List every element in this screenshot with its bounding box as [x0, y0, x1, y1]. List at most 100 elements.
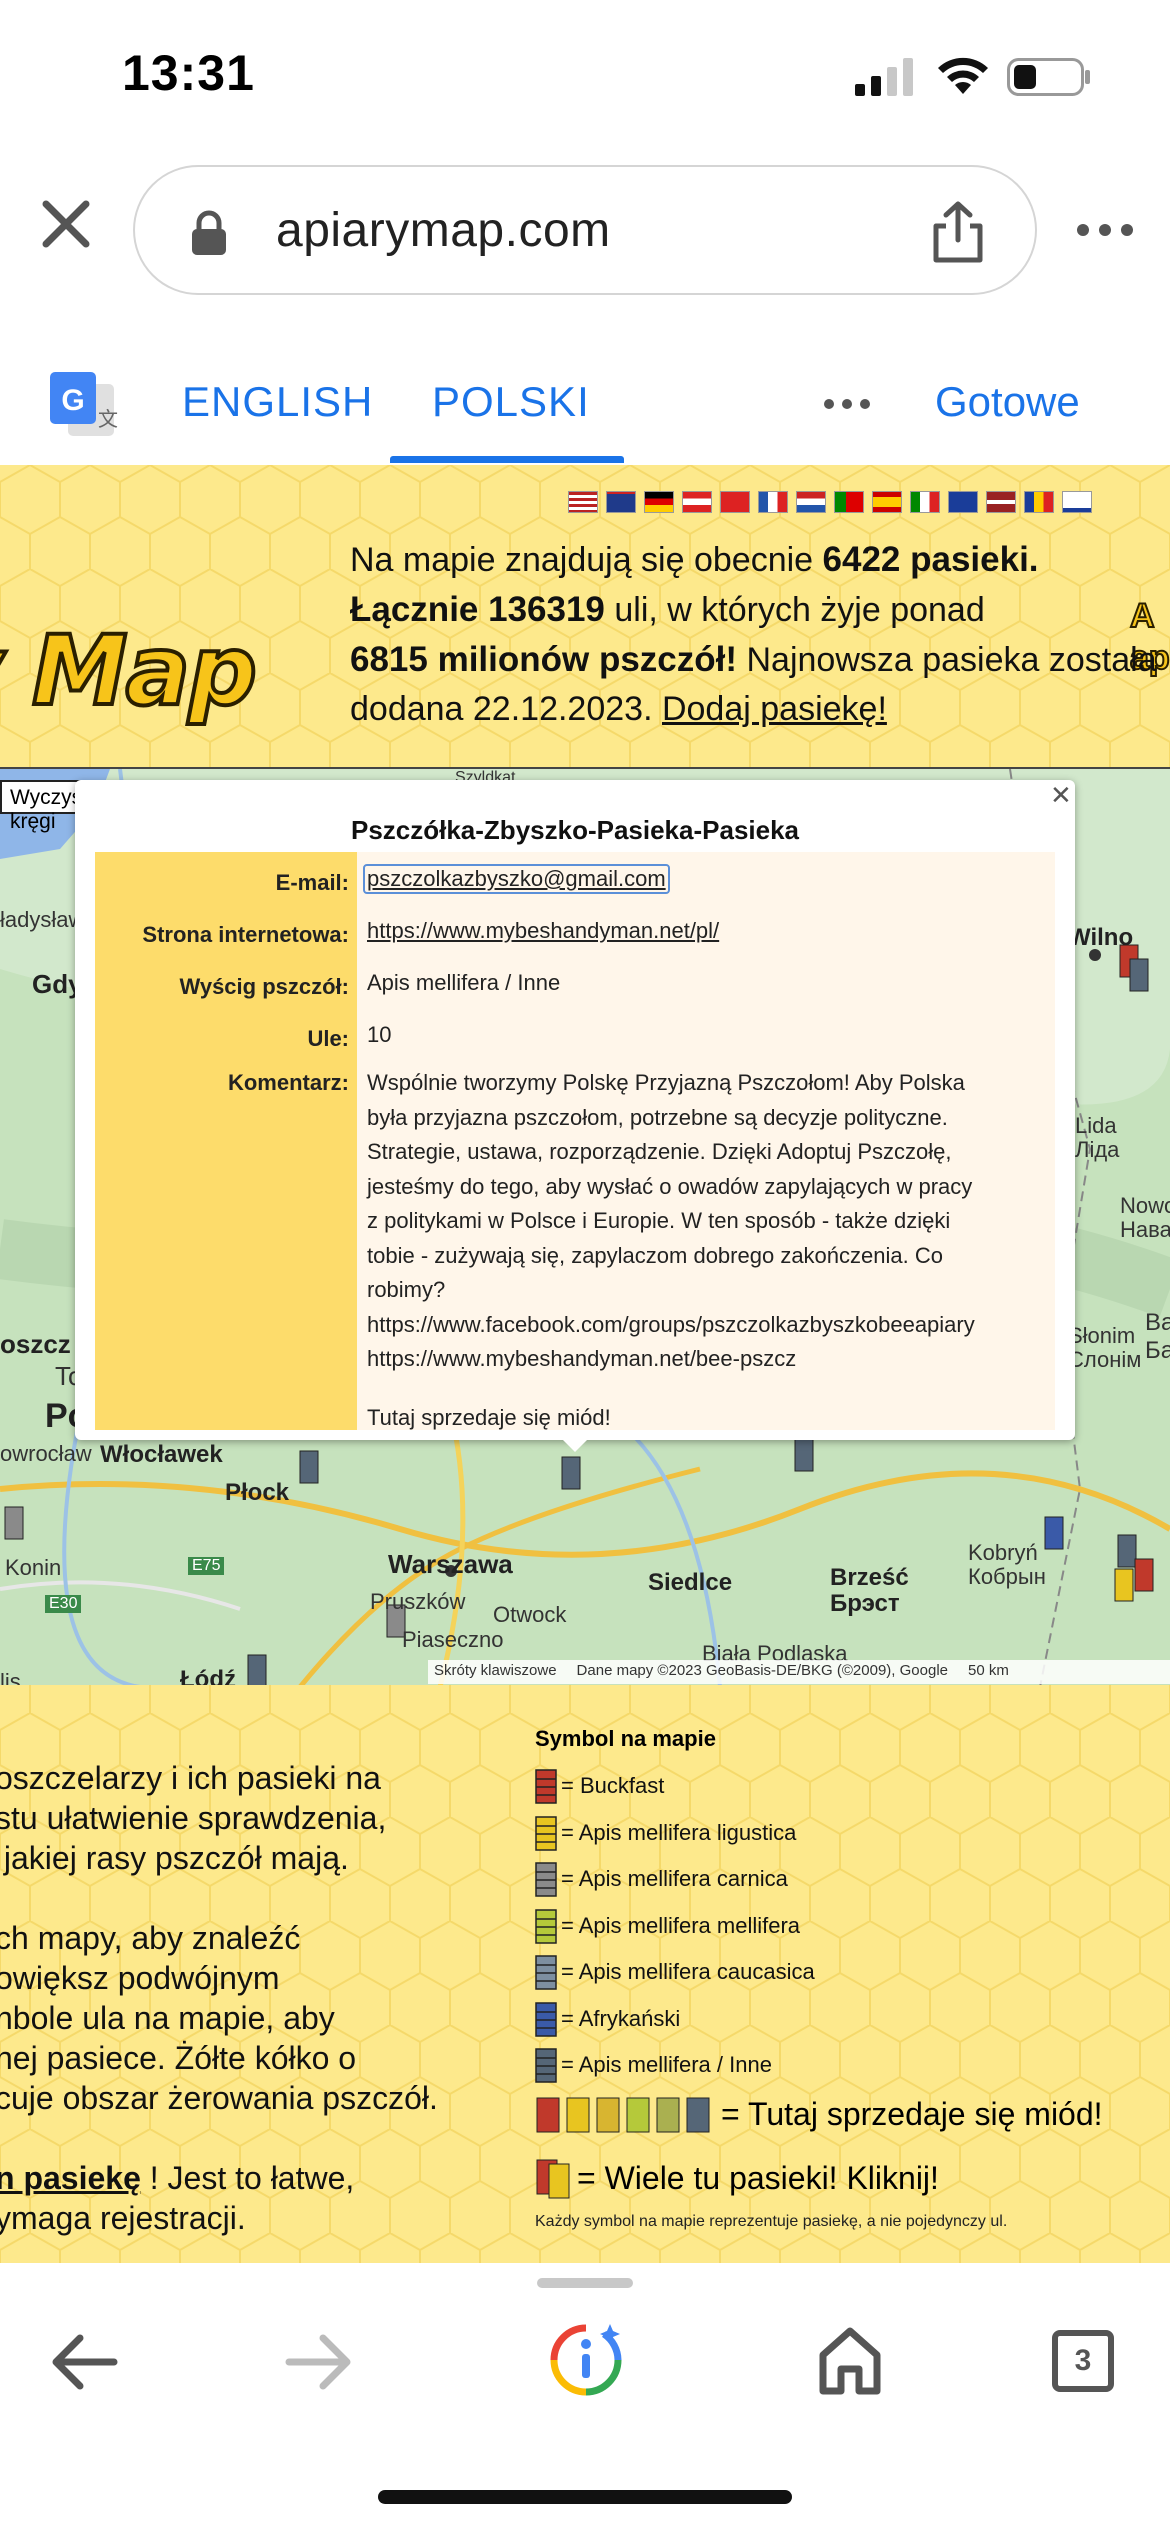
legend-title: Symbol na mapie	[535, 1726, 716, 1751]
hives-value: 10	[367, 1022, 392, 1047]
register-link[interactable]: n pasiekę	[0, 2160, 141, 2196]
popup-pointer	[555, 1432, 595, 1452]
done-button[interactable]: Gotowe	[935, 378, 1080, 426]
map-label-piaseczno: Piaseczno	[402, 1627, 504, 1652]
hive-icon	[535, 1908, 557, 1944]
svg-text:G: G	[61, 384, 84, 417]
comment-label: Komentarz:	[227, 1070, 349, 1095]
tab-english[interactable]: ENGLISH	[182, 378, 373, 426]
map-footer: Skróty klawiszowe Dane mapy ©2023 GeoBas…	[428, 1660, 1170, 1684]
map-label-ladyslaw: ładysław	[0, 907, 85, 932]
home-icon[interactable]	[815, 2325, 885, 2397]
map-scale: 50 km	[968, 1662, 1009, 1679]
legend-item-label: = Apis mellifera mellifera	[561, 1912, 801, 1938]
flag-uk[interactable]	[606, 491, 636, 513]
language-flags	[568, 491, 1092, 515]
map-label-konin: Konin	[5, 1555, 62, 1580]
keyboard-shortcuts-link[interactable]: Skróty klawiszowe	[434, 1662, 557, 1682]
home-indicator	[378, 2490, 792, 2504]
flag-nl[interactable]	[796, 491, 826, 513]
flag-ch[interactable]	[720, 491, 750, 513]
road-e30: E30	[45, 1595, 82, 1613]
legend-item: = Apis mellifera ligustica	[535, 1815, 796, 1851]
map-label-wloclawek: Włocławek	[100, 1441, 223, 1468]
hive-icon	[535, 1862, 557, 1897]
popup-label-column: E-mail: Strona internetowa: Wyścig pszcz…	[95, 852, 357, 1430]
forward-arrow-icon[interactable]	[283, 2330, 355, 2394]
legend-honey-row: = Tutaj sprzedaje się miód!	[535, 2092, 1103, 2136]
comment-value: Wspólnie tworzymy Polskę Przyjazną Pszcz…	[367, 1070, 975, 1371]
race-label: Wyścig pszczół:	[179, 974, 349, 999]
status-time: 13:31	[122, 45, 255, 101]
share-icon[interactable]	[928, 200, 988, 264]
close-tab-icon[interactable]	[38, 196, 94, 252]
url-text[interactable]: apiarymap.com	[276, 203, 611, 258]
add-apiary-link[interactable]: Dodaj pasiekę!	[662, 690, 887, 728]
legend-item-label: = Buckfast	[561, 1773, 665, 1798]
google-translate-icon: G 文	[50, 372, 118, 436]
map-label-lida: Lida Ліда	[1075, 1113, 1120, 1162]
translate-more-icon[interactable]	[822, 396, 872, 412]
battery-icon	[1007, 58, 1090, 96]
wifi-icon	[938, 57, 988, 94]
popup-title: Pszczółka-Zbyszko-Pasieka-Pasieka	[350, 815, 800, 845]
site-logo[interactable]: y Map	[0, 613, 259, 729]
race-value: Apis mellifera / Inne	[367, 970, 561, 995]
honey-hive-icons	[536, 2097, 710, 2133]
hives-label: Ule:	[307, 1026, 349, 1051]
flag-ro[interactable]	[1024, 491, 1054, 513]
hive-icon	[535, 1769, 557, 1804]
website-link[interactable]: https://www.mybeshandyman.net/pl/	[367, 918, 719, 944]
flag-fr[interactable]	[758, 491, 788, 513]
google-lens-icon[interactable]	[548, 2322, 624, 2398]
map-label-oszcz: oszcz	[0, 1329, 71, 1359]
flag-at[interactable]	[682, 491, 712, 513]
tabs-count-button[interactable]: 3	[1052, 2330, 1114, 2392]
drag-handle[interactable]	[537, 2278, 633, 2288]
legend-item-label: = Afrykański	[561, 2005, 681, 2031]
legend-item-label: = Apis mellifera ligustica	[561, 1819, 797, 1845]
map-label-pruszkow: Pruszków	[370, 1589, 466, 1614]
flag-es[interactable]	[872, 491, 902, 513]
honey-sale-note: Tutaj sprzedaje się miód!	[367, 1405, 611, 1430]
flag-fi[interactable]	[1062, 491, 1092, 513]
hive-icon	[535, 2048, 557, 2083]
more-options-icon[interactable]	[1075, 218, 1135, 242]
map-label-wilno: Wilno	[1068, 924, 1134, 951]
email-link[interactable]: pszczolkazbyszko@gmail.com	[363, 864, 670, 894]
lock-icon	[192, 210, 226, 255]
hive-icon	[535, 1955, 557, 1990]
legend-item: = Apis mellifera carnica	[535, 1861, 788, 1897]
website-label: Strona internetowa:	[142, 922, 349, 947]
legend-item: = Apis mellifera / Inne	[535, 2047, 772, 2083]
road-e75: E75	[188, 1557, 225, 1575]
map-label-brzesc: Brześć Брэст	[830, 1564, 909, 1617]
legend-item: = Afrykański	[535, 2001, 680, 2037]
legend-item: = Apis mellifera mellifera	[535, 1908, 800, 1944]
map-label-lis: lis	[0, 1669, 21, 1685]
legend-item-label: = Apis mellifera caucasica	[561, 1959, 815, 1984]
legend-item-label: = Apis mellifera carnica	[561, 1866, 788, 1891]
map-attribution: Dane mapy ©2023 GeoBasis-DE/BKG (©2009),…	[576, 1662, 949, 1679]
hive-icon	[535, 2001, 557, 2037]
flag-de[interactable]	[644, 491, 674, 513]
popup-close-icon[interactable]: ✕	[1050, 780, 1072, 811]
flag-it[interactable]	[910, 491, 940, 513]
map-label-otwock: Otwock	[493, 1602, 567, 1627]
email-label: E-mail:	[275, 870, 349, 895]
flag-lv[interactable]	[986, 491, 1016, 513]
legend-item-label: = Apis mellifera / Inne	[561, 2052, 772, 2077]
popup-value-column: pszczolkazbyszko@gmail.com https://www.m…	[357, 852, 1055, 1430]
many-hives-icon	[536, 2159, 570, 2199]
popup-details-table: E-mail: Strona internetowa: Wyścig pszcz…	[95, 852, 1055, 1430]
flag-pt[interactable]	[834, 491, 864, 513]
map-label-nowo: Nowo Нава	[1120, 1193, 1170, 1242]
flag-us[interactable]	[568, 491, 598, 513]
map-label-siedlce: Siedlce	[648, 1569, 733, 1596]
hive-icon	[535, 1815, 557, 1851]
tab-polski[interactable]: POLSKI	[432, 378, 590, 426]
back-arrow-icon[interactable]	[48, 2330, 120, 2394]
map-label-lodz: Łódź	[180, 1666, 236, 1685]
info-paragraph: oszczelarzy i ich pasieki na stu ułatwie…	[0, 1758, 495, 2238]
flag-ba[interactable]	[948, 491, 978, 513]
